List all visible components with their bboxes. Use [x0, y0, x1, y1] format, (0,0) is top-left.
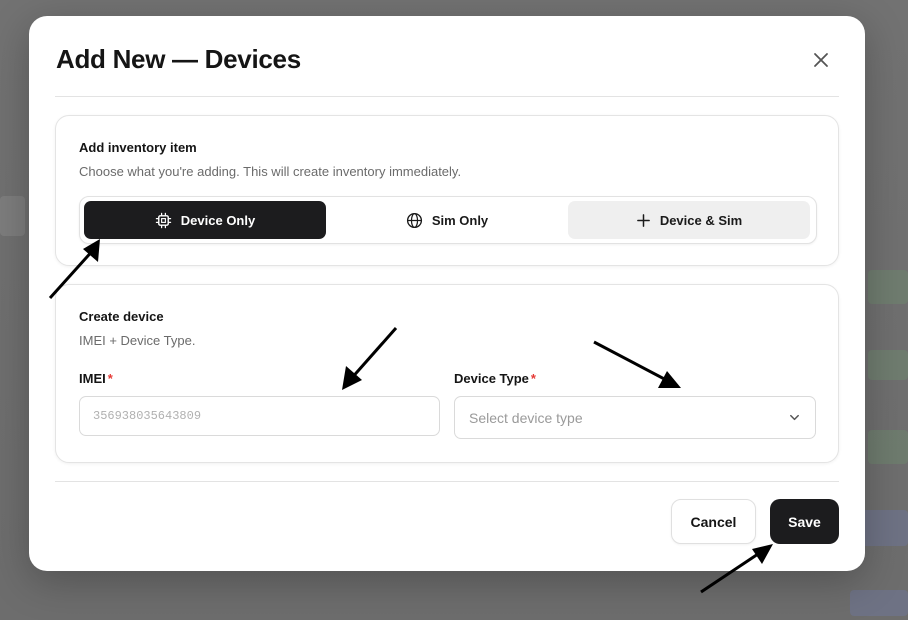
close-button[interactable]	[810, 49, 832, 71]
globe-icon	[406, 212, 422, 228]
footer-divider	[55, 481, 839, 482]
add-device-dialog: Add New — Devices Add inventory item Cho…	[29, 16, 865, 571]
plus-icon	[636, 213, 650, 227]
inventory-subtitle: Choose what you're adding. This will cre…	[79, 164, 462, 179]
dialog-title: Add New — Devices	[56, 44, 301, 74]
inventory-type-selector: Device Only Sim Only Device & Sim	[79, 196, 817, 244]
device-type-label: Device Type *	[454, 371, 536, 386]
option-sim-only[interactable]: Sim Only	[326, 201, 568, 239]
close-icon	[814, 53, 828, 67]
background-hint	[868, 430, 908, 464]
device-type-label-text: Device Type	[454, 371, 529, 386]
background-hint	[850, 590, 908, 616]
device-type-select[interactable]: Select device type	[454, 396, 816, 439]
cancel-button[interactable]: Cancel	[671, 499, 756, 544]
option-device-and-sim[interactable]: Device & Sim	[568, 201, 810, 239]
imei-label: IMEI *	[79, 371, 113, 386]
chip-icon	[155, 212, 171, 228]
create-device-card: Create device IMEI + Device Type. IMEI * …	[55, 284, 839, 463]
inventory-heading: Add inventory item	[79, 140, 197, 155]
option-device-only[interactable]: Device Only	[84, 201, 326, 239]
chevron-down-icon	[790, 414, 799, 421]
option-label: Device & Sim	[659, 212, 743, 228]
required-mark: *	[107, 371, 113, 386]
option-label: Sim Only	[431, 212, 489, 228]
header-divider	[55, 96, 839, 97]
create-device-heading: Create device	[79, 309, 164, 324]
device-type-placeholder: Select device type	[469, 409, 583, 426]
background-hint	[860, 510, 908, 546]
option-label: Device Only	[180, 212, 256, 228]
inventory-type-card: Add inventory item Choose what you're ad…	[55, 115, 839, 266]
background-hint	[868, 350, 908, 380]
required-mark: *	[530, 371, 536, 386]
imei-label-text: IMEI	[79, 371, 106, 386]
imei-input[interactable]	[79, 396, 440, 436]
background-hint	[868, 270, 908, 304]
save-button[interactable]: Save	[770, 499, 839, 544]
create-device-subtitle: IMEI + Device Type.	[79, 333, 196, 348]
background-hint	[0, 196, 25, 236]
